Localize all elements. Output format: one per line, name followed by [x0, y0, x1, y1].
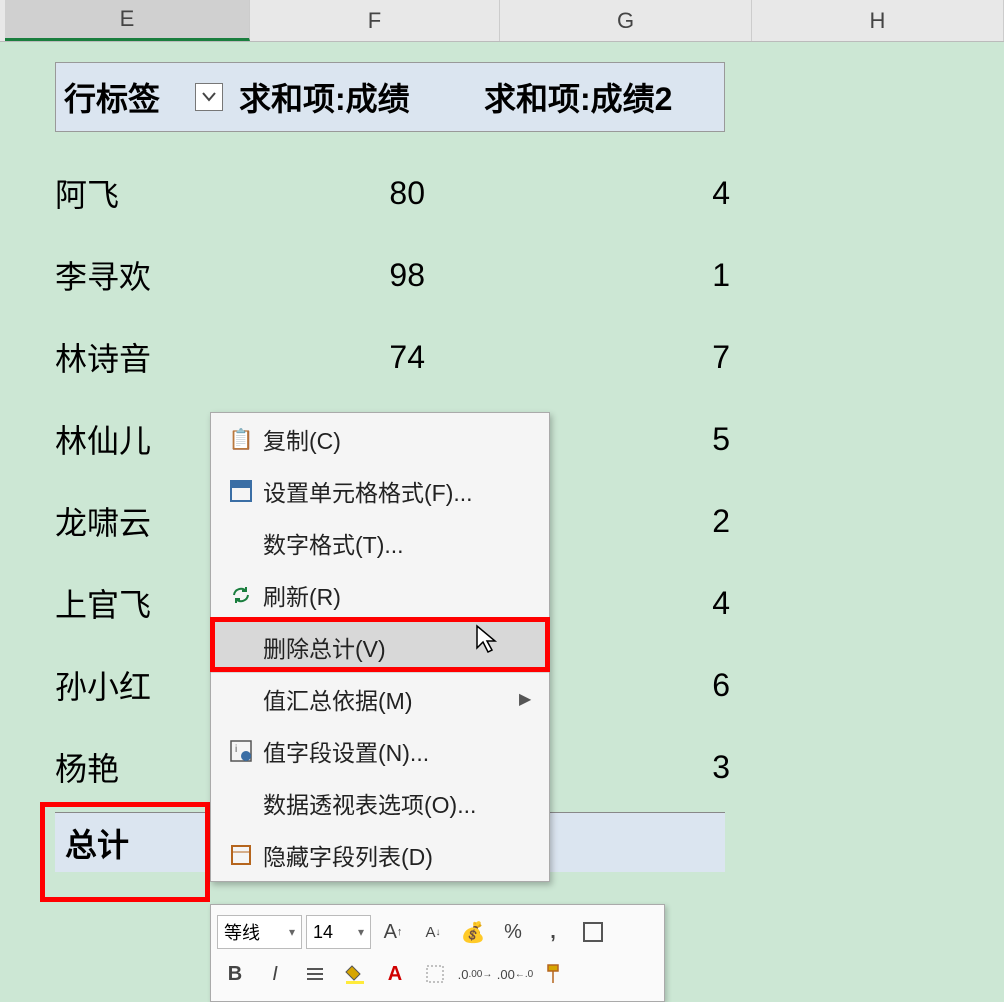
font-size-selector[interactable]: 14 ▾	[306, 915, 371, 949]
pivot-row-label-text: 行标签	[64, 74, 160, 120]
menu-item-copy[interactable]: 📋 复制(C)	[211, 413, 549, 465]
row-value2: 1	[490, 257, 745, 294]
row-label: 杨艳	[55, 744, 235, 790]
submenu-arrow-icon: ▶	[519, 689, 549, 709]
row-value1: 80	[235, 175, 490, 212]
row-label: 孙小红	[55, 662, 235, 708]
field-settings-icon: i	[219, 740, 263, 762]
row-label: 阿飞	[55, 170, 235, 216]
bold-button[interactable]: B	[217, 956, 253, 992]
pivot-value2-header[interactable]: 求和项:成绩2	[476, 74, 721, 120]
hide-list-icon	[219, 844, 263, 866]
pivot-row-label-header[interactable]: 行标签	[56, 74, 231, 120]
column-header-f[interactable]: F	[250, 0, 500, 41]
row-label: 龙啸云	[55, 498, 235, 544]
row-label: 李寻欢	[55, 252, 235, 298]
font-name: 等线	[224, 919, 260, 945]
pivot-row[interactable]: 林诗音 74 7	[55, 316, 755, 398]
border-button[interactable]	[575, 914, 611, 950]
column-header-h[interactable]: H	[752, 0, 1004, 41]
italic-button[interactable]: I	[257, 956, 293, 992]
pivot-header-row: 行标签 求和项:成绩 求和项:成绩2	[55, 62, 725, 132]
menu-label: 值字段设置(N)...	[263, 734, 549, 768]
row-label: 林仙儿	[55, 416, 235, 462]
menu-item-hide-field-list[interactable]: 隐藏字段列表(D)	[211, 829, 549, 881]
menu-label: 数据透视表选项(O)...	[263, 786, 549, 820]
mini-toolbar: 等线 ▾ 14 ▾ A↑ A↓ 💰 % , B I A	[210, 904, 665, 1002]
row-value2: 4	[490, 175, 745, 212]
comma-format-button[interactable]: ,	[535, 914, 571, 950]
column-header-e[interactable]: E	[5, 0, 250, 41]
svg-text:i: i	[235, 744, 237, 755]
percent-format-button[interactable]: %	[495, 914, 531, 950]
menu-item-number-format[interactable]: 数字格式(T)...	[211, 517, 549, 569]
pivot-value1-header[interactable]: 求和项:成绩	[231, 74, 476, 120]
chevron-down-icon	[202, 92, 216, 102]
menu-label: 值汇总依据(M)	[263, 682, 519, 716]
menu-label: 刷新(R)	[263, 578, 549, 612]
pivot-row[interactable]: 阿飞 80 4	[55, 152, 755, 234]
menu-item-refresh[interactable]: 刷新(R)	[211, 569, 549, 621]
decrease-decimal-button[interactable]: .0.00→	[457, 956, 493, 992]
menu-label: 删除总计(V)	[263, 630, 549, 664]
chevron-down-icon: ▾	[289, 925, 295, 939]
menu-label: 数字格式(T)...	[263, 526, 549, 560]
row-value2: 7	[490, 339, 745, 376]
pivot-row[interactable]: 李寻欢 98 1	[55, 234, 755, 316]
mini-toolbar-row1: 等线 ▾ 14 ▾ A↑ A↓ 💰 % ,	[217, 911, 658, 953]
menu-item-remove-total[interactable]: 删除总计(V)	[211, 621, 549, 673]
menu-item-format-cells[interactable]: 设置单元格格式(F)...	[211, 465, 549, 517]
row-label: 林诗音	[55, 334, 235, 380]
increase-decimal-button[interactable]: .00←.0	[497, 956, 533, 992]
format-painter-button[interactable]	[537, 956, 573, 992]
chevron-down-icon: ▾	[358, 925, 364, 939]
menu-item-value-field-settings[interactable]: i 值字段设置(N)...	[211, 725, 549, 777]
decrease-font-button[interactable]: A↓	[415, 914, 451, 950]
worksheet-area[interactable]: 行标签 求和项:成绩 求和项:成绩2 阿飞 80 4 李寻欢 98 1 林诗音 …	[0, 42, 1004, 974]
menu-label: 设置单元格格式(F)...	[263, 474, 549, 508]
menu-label: 复制(C)	[263, 422, 549, 456]
increase-font-button[interactable]: A↑	[375, 914, 411, 950]
align-button[interactable]	[297, 956, 333, 992]
total-label: 总计	[55, 820, 235, 866]
row-value1: 98	[235, 257, 490, 294]
copy-icon: 📋	[219, 427, 263, 452]
row-label: 上官飞	[55, 580, 235, 626]
fill-color-button[interactable]	[337, 956, 373, 992]
menu-item-summarize-by[interactable]: 值汇总依据(M) ▶	[211, 673, 549, 725]
accounting-format-button[interactable]: 💰	[455, 914, 491, 950]
borders-button[interactable]	[417, 956, 453, 992]
context-menu: 📋 复制(C) 设置单元格格式(F)... 数字格式(T)... 刷新(R) 删…	[210, 412, 550, 882]
row-value1: 74	[235, 339, 490, 376]
row-label-dropdown[interactable]	[195, 83, 223, 111]
format-cells-icon	[219, 480, 263, 502]
menu-item-pivot-options[interactable]: 数据透视表选项(O)...	[211, 777, 549, 829]
column-header-g[interactable]: G	[500, 0, 752, 41]
font-color-button[interactable]: A	[377, 956, 413, 992]
refresh-icon	[219, 584, 263, 606]
menu-label: 隐藏字段列表(D)	[263, 838, 549, 872]
font-size: 14	[313, 922, 333, 943]
mini-toolbar-row2: B I A .0.00→ .00←.0	[217, 953, 658, 995]
column-header-row: E F G H	[0, 0, 1004, 42]
font-selector[interactable]: 等线 ▾	[217, 915, 302, 949]
